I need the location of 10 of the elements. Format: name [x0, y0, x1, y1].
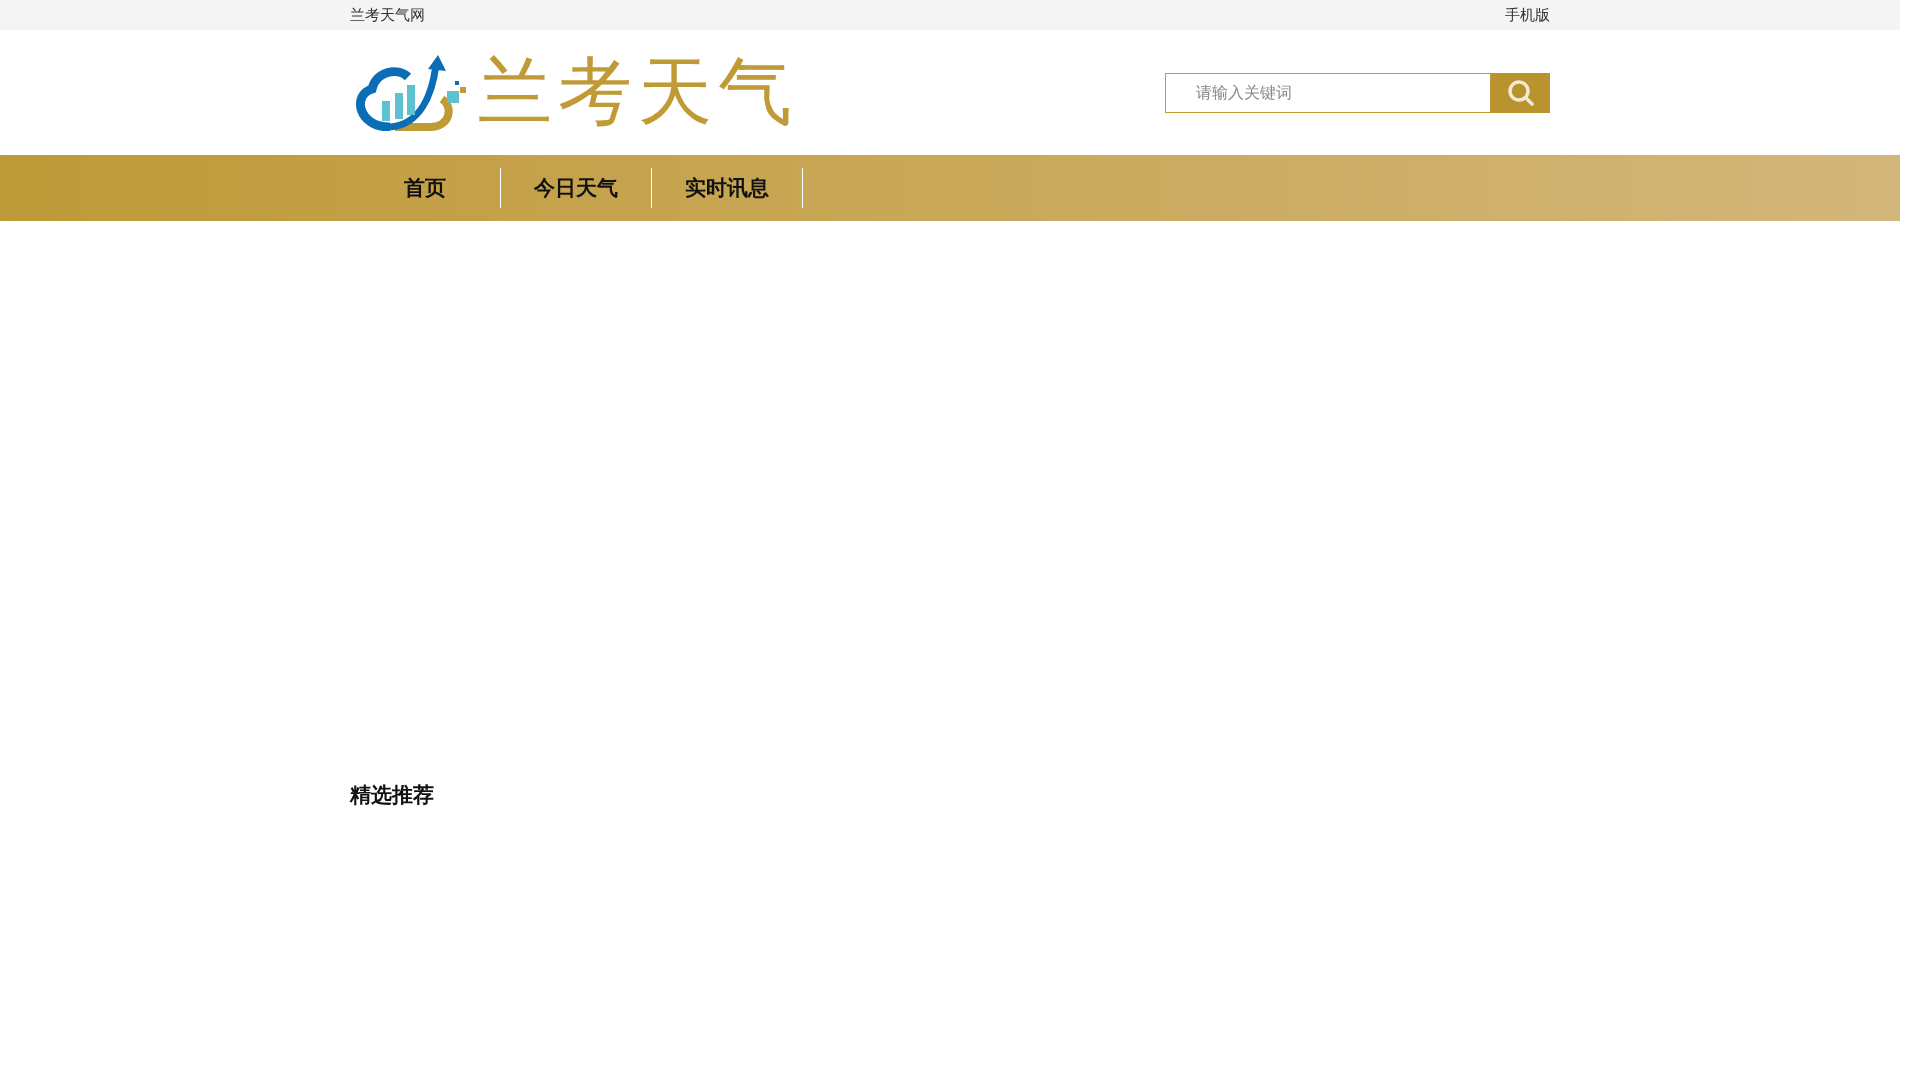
search-button[interactable] [1491, 72, 1550, 113]
nav-link[interactable]: 实时讯息 [652, 168, 803, 208]
logo-wordmark: 兰考天气 [478, 46, 798, 136]
nav-link[interactable]: 首页 [350, 168, 501, 208]
search-field[interactable]: 请输入关键词 [1165, 72, 1491, 113]
site-name: 兰考天气网 [350, 5, 425, 25]
mobile-version-link[interactable]: 手机版 [1505, 5, 1550, 25]
section-title: 精选推荐 [350, 782, 435, 809]
search-icon [1506, 78, 1535, 107]
nav-link[interactable]: 今日天气 [501, 168, 652, 208]
